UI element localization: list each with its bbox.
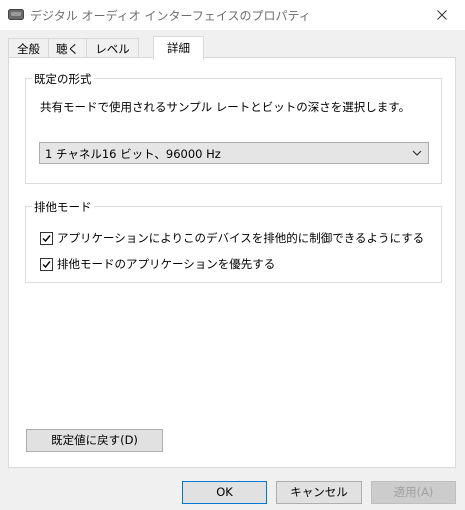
sample-rate-value: 1 チャネル16 ビット、96000 Hz — [45, 147, 221, 161]
chevron-down-icon — [412, 150, 422, 156]
window-title: デジタル オーディオ インターフェイスのプロパティ — [30, 9, 311, 23]
tab-general[interactable]: 全般 — [8, 38, 49, 58]
tab-listen[interactable]: 聴く — [48, 38, 87, 58]
exclusive-mode-group: 排他モード アプリケーションによりこのデバイスを排他的に制御できるようにする 排… — [25, 199, 442, 283]
close-button[interactable] — [419, 0, 465, 30]
sample-rate-select[interactable]: 1 チャネル16 ビット、96000 Hz — [39, 142, 429, 164]
allow-exclusive-option[interactable]: アプリケーションによりこのデバイスを排他的に制御できるようにする — [40, 230, 424, 246]
default-format-group: 既定の形式 共有モードで使用されるサンプル レートとビットの深さを選択します。 … — [25, 71, 442, 184]
allow-exclusive-label: アプリケーションによりこのデバイスを排他的に制御できるようにする — [57, 231, 425, 245]
priority-exclusive-option[interactable]: 排他モードのアプリケーションを優先する — [40, 256, 275, 272]
checkmark-icon — [42, 260, 51, 268]
priority-exclusive-label: 排他モードのアプリケーションを優先する — [57, 257, 276, 271]
allow-exclusive-checkbox[interactable] — [40, 231, 53, 245]
checkmark-icon — [42, 234, 51, 242]
ok-button[interactable]: OK — [182, 481, 267, 504]
restore-defaults-button[interactable]: 既定値に戻す(D) — [26, 429, 163, 452]
speaker-icon — [8, 9, 24, 20]
cancel-button[interactable]: キャンセル — [276, 481, 362, 504]
default-format-description: 共有モードで使用されるサンプル レートとビットの深さを選択します。 — [40, 100, 411, 114]
advanced-panel: 既定の形式 共有モードで使用されるサンプル レートとビットの深さを選択します。 … — [8, 57, 456, 468]
tab-advanced[interactable]: 詳細 — [153, 36, 204, 60]
default-format-label: 既定の形式 — [32, 71, 94, 87]
apply-button: 適用(A) — [371, 481, 456, 504]
properties-dialog: デジタル オーディオ インターフェイスのプロパティ 全般 聴く レベル 詳細 既… — [0, 0, 465, 510]
close-icon — [437, 10, 447, 20]
exclusive-mode-label: 排他モード — [32, 199, 94, 215]
title-bar[interactable]: デジタル オーディオ インターフェイスのプロパティ — [0, 0, 465, 30]
tab-levels[interactable]: レベル — [86, 38, 139, 58]
priority-exclusive-checkbox[interactable] — [40, 257, 53, 271]
